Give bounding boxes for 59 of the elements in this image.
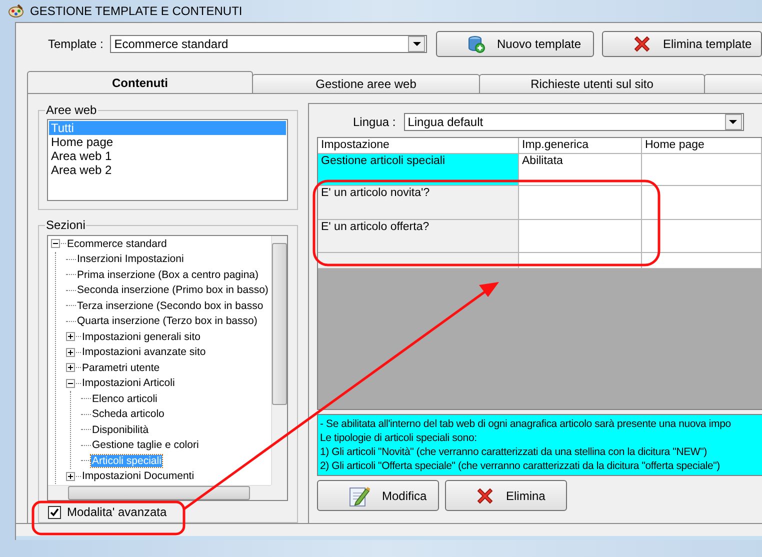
expand-icon[interactable]: [66, 472, 75, 481]
template-dropdown[interactable]: Ecommerce standard: [110, 35, 427, 53]
setting-cell[interactable]: E' un articolo offerta?: [318, 220, 519, 253]
list-item[interactable]: Area web 1: [49, 149, 286, 163]
edit-button[interactable]: Modifica: [317, 480, 439, 511]
vertical-scrollbar[interactable]: [271, 236, 287, 485]
tree-item[interactable]: Elenco articoli: [91, 392, 158, 405]
collapse-icon[interactable]: [51, 239, 60, 248]
new-template-button[interactable]: Nuovo template: [436, 31, 594, 57]
list-item[interactable]: Home page: [49, 135, 286, 149]
tab[interactable]: [704, 74, 762, 93]
column-header[interactable]: Impostazione: [318, 138, 519, 154]
expand-icon[interactable]: [66, 332, 75, 342]
delete-icon: [633, 35, 651, 53]
info-text: 1) Gli articoli "Novità" (che verranno caratterizzati da una stellina con la dicitura "NEW"): [320, 445, 708, 459]
tree-item[interactable]: Quarta inserzione (Terzo box in basso): [76, 315, 258, 328]
tree-item[interactable]: Impostazioni generali sito: [81, 330, 202, 343]
checkbox[interactable]: [48, 506, 61, 518]
tree-item[interactable]: Ecommerce standard: [66, 238, 168, 250]
column-header[interactable]: Imp.generica: [519, 138, 642, 154]
horizontal-scrollbar[interactable]: [48, 485, 271, 500]
column-header[interactable]: Home page: [642, 138, 762, 154]
tree-item[interactable]: Disponibilità: [91, 424, 150, 436]
tree-item[interactable]: Impostazioni Documenti: [81, 470, 196, 482]
tree-item[interactable]: Gestione taglie e colori: [91, 439, 200, 452]
info-text: Le tipologie di articoli speciali sono:: [320, 431, 478, 445]
database-add-icon: [467, 35, 485, 53]
tree-item[interactable]: Inserzioni Impostazioni: [76, 253, 185, 266]
expand-icon[interactable]: [66, 348, 75, 357]
list-item[interactable]: Area web 2: [49, 163, 286, 177]
tree-item[interactable]: Impostazioni avanzate sito: [81, 346, 207, 358]
checkbox-label[interactable]: Modalita' avanzata: [67, 505, 167, 519]
setting-cell[interactable]: E' un articolo novita'?: [318, 186, 519, 220]
info-text: - Se abilitata all'interno del tab web di ogni anagrafica articolo sarà presente una nuova impo: [320, 417, 732, 431]
language-dropdown[interactable]: Lingua default: [404, 113, 744, 131]
tree-item[interactable]: Prima inserzione (Box a centro pagina): [76, 268, 260, 281]
tree-item[interactable]: Parametri utente: [81, 362, 161, 374]
delete-button[interactable]: Elimina: [445, 480, 567, 511]
tree-item[interactable]: Seconda inserzione (Primo box in basso): [76, 284, 270, 296]
setting-cell[interactable]: Gestione articoli speciali: [318, 154, 519, 186]
app-icon: [8, 4, 24, 18]
tree-item[interactable]: Impostazioni Articoli: [81, 377, 176, 390]
delete-template-button[interactable]: Elimina template: [602, 31, 762, 57]
tab[interactable]: Richieste utenti sul sito: [479, 74, 706, 93]
tab[interactable]: Gestione aree web: [252, 74, 480, 93]
group-label: Sezioni: [45, 218, 86, 232]
table-cell[interactable]: [519, 253, 642, 269]
group-label: Aree web: [45, 103, 98, 117]
table-cell[interactable]: [642, 253, 762, 269]
expand-icon[interactable]: [66, 363, 75, 372]
collapse-icon[interactable]: [66, 378, 75, 388]
template-label: Template :: [47, 37, 104, 51]
tab[interactable]: Contenuti: [27, 71, 254, 93]
tree-item[interactable]: Scheda articolo: [91, 408, 166, 420]
window-title: GESTIONE TEMPLATE E CONTENUTI: [30, 4, 242, 18]
info-text: 2) Gli articoli "Offerta speciale" (che verranno caratterizzati da la dicitura "offerta speciale"): [320, 459, 721, 473]
delete-icon: [476, 486, 494, 504]
tree-item[interactable]: Terza inserzione (Secondo box in basso: [76, 300, 264, 312]
language-label: Lingua :: [352, 115, 396, 129]
